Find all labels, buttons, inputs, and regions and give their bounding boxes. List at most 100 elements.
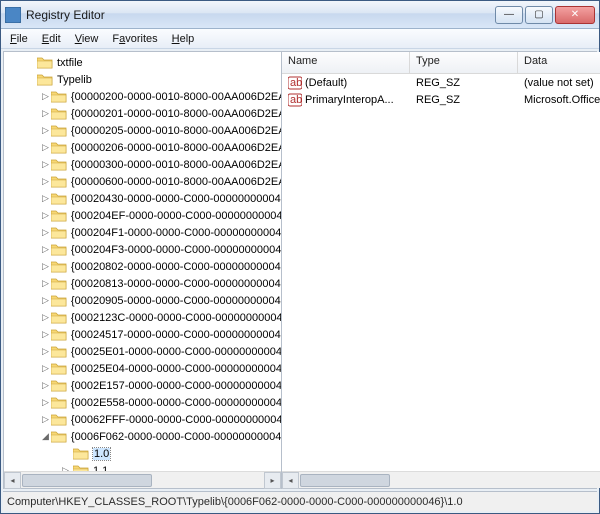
col-name[interactable]: Name [282, 52, 410, 73]
expand-icon[interactable]: ▷ [42, 295, 49, 306]
menu-file[interactable]: File [3, 31, 35, 47]
tree-item[interactable]: ▷{0002E558-0000-0000-C000-000000000046} [4, 394, 281, 411]
tree-item[interactable]: ▷1.0 [4, 445, 281, 462]
scroll-thumb[interactable] [300, 474, 390, 487]
folder-icon [51, 90, 67, 103]
tree-item[interactable]: ◢{0006F062-0000-0000-C000-000000000046} [4, 428, 281, 445]
tree-item-label: {000204EF-0000-0000-C000-000000000046} [71, 210, 281, 222]
expand-icon[interactable]: ▷ [42, 380, 49, 391]
tree-item-label: {00020905-0000-0000-C000-000000000046} [71, 295, 281, 307]
tree-item[interactable]: ▷{000204F1-0000-0000-C000-000000000046} [4, 224, 281, 241]
expand-icon[interactable]: ▷ [42, 125, 49, 136]
folder-icon [37, 56, 53, 69]
expand-icon[interactable]: ▷ [42, 312, 49, 323]
expand-icon[interactable]: ▷ [42, 91, 49, 102]
value-row[interactable]: (Default)REG_SZ(value not set) [282, 74, 600, 91]
tree-item[interactable]: ▷ {00020813-0000-0000-C000-000000000046} [4, 275, 281, 292]
menu-edit[interactable]: Edit [35, 31, 68, 47]
registry-tree[interactable]: ▷txtfile▷Typelib▷{00000200-0000-0010-800… [4, 52, 281, 471]
tree-item[interactable]: ▷{0002123C-0000-0000-C000-000000000046} [4, 309, 281, 326]
tree-item-label: {00000206-0000-0010-8000-00AA006D2EA4} [71, 142, 281, 154]
values-list[interactable]: (Default)REG_SZ(value not set)PrimaryInt… [282, 74, 600, 471]
expand-icon[interactable]: ▷ [42, 108, 49, 119]
tree-item[interactable]: ▷ {00024517-0000-0000-C000-000000000046} [4, 326, 281, 343]
maximize-button[interactable]: ▢ [525, 6, 553, 24]
titlebar[interactable]: Registry Editor — ▢ ✕ [1, 1, 599, 29]
expand-icon[interactable]: ▷ [42, 227, 49, 238]
tree-pane: ▷txtfile▷Typelib▷{00000200-0000-0010-800… [4, 52, 282, 488]
expand-icon[interactable]: ▷ [42, 278, 49, 289]
scroll-thumb[interactable] [22, 474, 152, 487]
collapse-icon[interactable]: ◢ [42, 431, 49, 442]
expand-icon[interactable]: ▷ [42, 142, 49, 153]
folder-icon [51, 226, 67, 239]
tree-item-label: {0002E157-0000-0000-C000-000000000046} [71, 380, 281, 392]
tree-item[interactable]: ▷txtfile [4, 54, 281, 71]
value-data-cell: (value not set) [518, 77, 600, 89]
client-area: ▷txtfile▷Typelib▷{00000200-0000-0010-800… [3, 51, 597, 489]
expand-icon[interactable]: ▷ [42, 346, 49, 357]
tree-item[interactable]: ▷1.1 [4, 462, 281, 471]
tree-item-label: {00020813-0000-0000-C000-000000000046} [71, 278, 281, 290]
tree-item-label: {00024517-0000-0000-C000-000000000046} [71, 329, 281, 341]
values-pane: Name Type Data (Default)REG_SZ(value not… [282, 52, 600, 488]
folder-icon [51, 107, 67, 120]
tree-item[interactable]: ▷ {00025E04-0000-0000-C000-000000000046} [4, 360, 281, 377]
tree-item[interactable]: ▷{00000300-0000-0010-8000-00AA006D2EA4} [4, 156, 281, 173]
scroll-left-icon[interactable]: ◂ [4, 472, 21, 489]
expand-icon[interactable]: ▷ [42, 244, 49, 255]
menubar: File Edit View Favorites Help [1, 29, 599, 49]
expand-icon[interactable]: ▷ [42, 210, 49, 221]
expand-icon[interactable]: ▷ [42, 176, 49, 187]
tree-item[interactable]: ▷ {00000206-0000-0010-8000-00AA006D2EA4} [4, 139, 281, 156]
menu-view[interactable]: View [68, 31, 106, 47]
expand-icon[interactable]: ▷ [42, 397, 49, 408]
tree-item-label: {00020430-0000-0000-C000-000000000046} [71, 193, 281, 205]
expand-icon[interactable]: ▷ [42, 193, 49, 204]
minimize-button[interactable]: — [495, 6, 523, 24]
expand-icon[interactable]: ▷ [42, 329, 49, 340]
scroll-right-icon[interactable]: ▸ [264, 472, 281, 489]
tree-item[interactable]: ▷{00000205-0000-0010-8000-00AA006D2EA4} [4, 122, 281, 139]
tree-item[interactable]: ▷ {00020905-0000-0000-C000-000000000046} [4, 292, 281, 309]
tree-item[interactable]: ▷Typelib [4, 71, 281, 88]
scroll-left-icon[interactable]: ◂ [282, 472, 299, 489]
folder-icon [51, 379, 67, 392]
col-data[interactable]: Data [518, 52, 600, 73]
tree-item[interactable]: ▷{00062FFF-0000-0000-C000-000000000046} [4, 411, 281, 428]
folder-icon [51, 124, 67, 137]
menu-help[interactable]: Help [165, 31, 202, 47]
expand-icon[interactable]: ▷ [42, 414, 49, 425]
values-hscrollbar[interactable]: ◂ ▸ [282, 471, 600, 488]
tree-item[interactable]: ▷{000204F3-0000-0000-C000-000000000046} [4, 241, 281, 258]
tree-item[interactable]: ▷ {00000600-0000-0010-8000-00AA006D2EA4} [4, 173, 281, 190]
close-button[interactable]: ✕ [555, 6, 595, 24]
expand-icon[interactable]: ▷ [42, 363, 49, 374]
value-name-cell: PrimaryInteropA... [282, 93, 410, 107]
folder-icon [51, 175, 67, 188]
tree-item[interactable]: ▷{00000201-0000-0010-8000-00AA006D2EA4} [4, 105, 281, 122]
tree-item-label: {00025E04-0000-0000-C000-000000000046} [71, 363, 281, 375]
col-type[interactable]: Type [410, 52, 518, 73]
tree-item[interactable]: ▷{00000200-0000-0010-8000-00AA006D2EA4} [4, 88, 281, 105]
folder-icon [51, 260, 67, 273]
statusbar: Computer\HKEY_CLASSES_ROOT\Typelib\{0006… [3, 491, 597, 511]
expand-icon[interactable]: ▷ [42, 159, 49, 170]
folder-icon [51, 362, 67, 375]
value-row[interactable]: PrimaryInteropA...REG_SZMicrosoft.Office… [282, 91, 600, 108]
expand-icon[interactable]: ▷ [42, 261, 49, 272]
tree-item[interactable]: ▷{00025E01-0000-0000-C000-000000000046} [4, 343, 281, 360]
tree-item-label: {00000600-0000-0010-8000-00AA006D2EA4} [71, 176, 281, 188]
string-value-icon [288, 76, 302, 90]
tree-item[interactable]: ▷ {000204EF-0000-0000-C000-000000000046} [4, 207, 281, 224]
tree-item-label: txtfile [57, 57, 83, 69]
window-buttons: — ▢ ✕ [495, 6, 595, 24]
folder-icon [51, 413, 67, 426]
menu-favorites[interactable]: Favorites [105, 31, 164, 47]
tree-item-label: 1.0 [93, 448, 110, 460]
tree-item[interactable]: ▷ {0002E157-0000-0000-C000-000000000046} [4, 377, 281, 394]
tree-item[interactable]: ▷ {00020430-0000-0000-C000-000000000046} [4, 190, 281, 207]
folder-icon [51, 141, 67, 154]
tree-hscrollbar[interactable]: ◂ ▸ [4, 471, 281, 488]
tree-item[interactable]: ▷{00020802-0000-0000-C000-000000000046} [4, 258, 281, 275]
